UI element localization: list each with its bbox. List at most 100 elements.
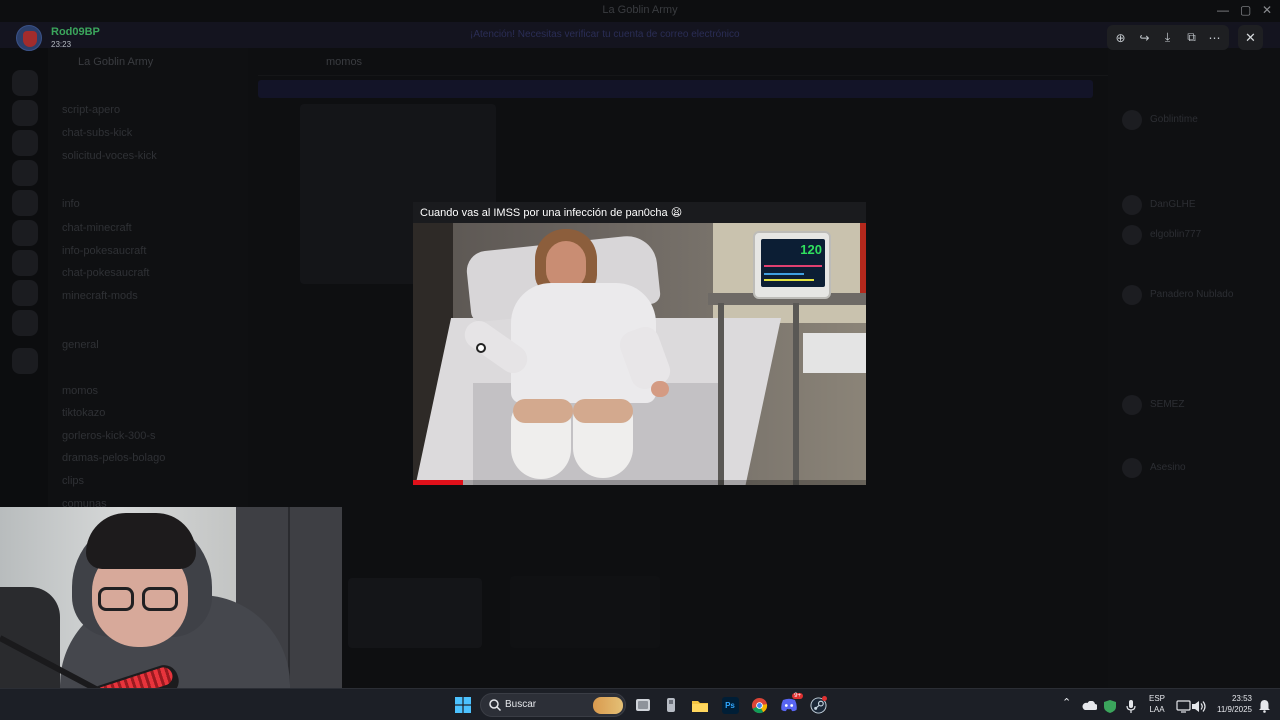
pinned-notice[interactable]: [258, 80, 1093, 98]
security-shield-icon[interactable]: [1100, 696, 1120, 716]
member-name: SEMEZ: [1150, 399, 1185, 410]
discord-badge: 9+: [792, 693, 803, 699]
app-icon[interactable]: [661, 695, 681, 715]
microphone-icon[interactable]: [1121, 696, 1141, 716]
member-item[interactable]: DanGLHE: [1116, 195, 1266, 217]
chat-image[interactable]: [348, 578, 482, 648]
photoshop-icon[interactable]: Ps: [720, 695, 740, 715]
server-icon[interactable]: [12, 70, 38, 96]
input-language[interactable]: ESP LAA: [1149, 693, 1165, 715]
sidebar-channel-item[interactable]: solicitud-voces-kick: [62, 150, 157, 162]
member-item[interactable]: Goblintime: [1116, 110, 1266, 132]
maximize-button[interactable]: ▢: [1240, 3, 1251, 17]
sidebar-channel-item[interactable]: info-pokesaucraft: [62, 245, 146, 257]
chat-embed: [510, 576, 660, 648]
forward-icon[interactable]: ↪: [1136, 29, 1153, 46]
clock-date: 11/9/2025: [1217, 705, 1252, 714]
sidebar-channel-item[interactable]: chat-minecraft: [62, 222, 132, 234]
monitor-wave: [764, 273, 804, 275]
monitor-reading: 120: [800, 242, 822, 257]
avatar[interactable]: [16, 25, 42, 51]
notice-banner-text: ¡Atención! Necesitas verificar tu cuenta…: [470, 29, 740, 40]
window-titlebar: La Goblin Army — ▢ ✕: [0, 0, 1280, 22]
photoshop-label: Ps: [721, 696, 739, 714]
sidebar-channel-item[interactable]: info: [62, 198, 80, 210]
scene-knee: [573, 399, 633, 423]
member-item[interactable]: Panadero Nublado: [1116, 285, 1266, 307]
start-icon[interactable]: [453, 695, 473, 715]
channel-header: momos: [258, 48, 1108, 76]
language-layout: LAA: [1149, 705, 1165, 714]
member-name: DanGLHE: [1150, 199, 1196, 210]
notifications-icon[interactable]: [1254, 696, 1274, 716]
download-icon[interactable]: ⤓: [1159, 29, 1176, 46]
server-icon[interactable]: [12, 220, 38, 246]
sidebar-channel-item[interactable]: script-apero: [62, 104, 120, 116]
viewer-close-button[interactable]: ✕: [1238, 25, 1263, 50]
taskbar: Buscar Ps 9+ ⌃ ESP LAA 23:53 11/9/2025: [0, 688, 1280, 720]
webcam-overlay: [0, 507, 342, 688]
media-gif[interactable]: 120: [413, 223, 866, 485]
server-icon[interactable]: [12, 280, 38, 306]
channel-header-name: momos: [326, 56, 363, 68]
sidebar-channel-item[interactable]: general: [62, 339, 99, 351]
member-item[interactable]: Asesino: [1116, 458, 1266, 480]
chrome-icon[interactable]: [749, 695, 769, 715]
sidebar-channel-item[interactable]: gorleros-kick-300-s: [62, 430, 156, 442]
sidebar-channel-item[interactable]: clips: [62, 475, 84, 487]
member-avatar: [1122, 458, 1142, 478]
sidebar-channel-item[interactable]: minecraft-mods: [62, 290, 138, 302]
window-close-button[interactable]: ✕: [1262, 3, 1272, 17]
member-avatar: [1122, 285, 1142, 305]
member-avatar: [1122, 225, 1142, 245]
open-external-icon[interactable]: ⧉: [1183, 29, 1200, 46]
task-view-icon[interactable]: [633, 695, 653, 715]
member-avatar: [1122, 110, 1142, 130]
server-icon[interactable]: [12, 160, 38, 186]
member-item[interactable]: SEMEZ: [1116, 395, 1266, 417]
server-icon[interactable]: [12, 348, 38, 374]
sidebar-channel-item[interactable]: chat-subs-kick: [62, 127, 132, 139]
message-timestamp: 23:23: [51, 40, 72, 49]
gif-progress-fill: [413, 480, 463, 485]
screen: La Goblin Army — ▢ ✕ ¡Atención! Necesita…: [0, 0, 1280, 720]
gif-progress-track[interactable]: [413, 480, 866, 485]
viewer-author: Rod09BP 23:23: [16, 25, 216, 53]
volume-icon[interactable]: [1189, 696, 1209, 716]
viewer-toolbar: ⊕ ↪ ⤓ ⧉ ⋯: [1107, 25, 1229, 50]
server-icon[interactable]: [12, 190, 38, 216]
member-item[interactable]: elgoblin777: [1116, 225, 1266, 247]
member-name: Panadero Nublado: [1150, 289, 1234, 300]
scene-red-edge: [860, 223, 866, 293]
discord-icon[interactable]: 9+: [779, 693, 803, 715]
zoom-cursor-icon: [476, 343, 486, 353]
taskbar-clock[interactable]: 23:53 11/9/2025: [1214, 693, 1252, 715]
language-code: ESP: [1149, 694, 1166, 703]
file-explorer-icon[interactable]: [690, 695, 710, 715]
server-icon[interactable]: [12, 130, 38, 156]
webcam-glasses: [98, 587, 184, 613]
zoom-in-icon[interactable]: ⊕: [1112, 29, 1129, 46]
close-icon: ✕: [1245, 29, 1256, 45]
tray-expand-icon[interactable]: ⌃: [1062, 696, 1071, 709]
more-options-icon[interactable]: ⋯: [1206, 29, 1223, 46]
media-caption: Cuando vas al IMSS por una infección de …: [420, 207, 683, 219]
scene-face: [546, 241, 586, 289]
author-name[interactable]: Rod09BP: [51, 26, 100, 38]
onedrive-icon[interactable]: [1079, 696, 1099, 716]
server-icon[interactable]: [12, 100, 38, 126]
scene-monitor-screen: 120: [761, 239, 825, 287]
server-icon[interactable]: [12, 250, 38, 276]
search-highlight-icon: [593, 697, 623, 714]
scene-knee: [513, 399, 573, 423]
search-placeholder: Buscar: [505, 699, 537, 710]
minimize-button[interactable]: —: [1217, 3, 1229, 17]
sidebar-channel-item[interactable]: tiktokazo: [62, 407, 105, 419]
member-name: Goblintime: [1150, 114, 1198, 125]
sidebar-channel-item[interactable]: momos: [62, 385, 98, 397]
taskbar-search[interactable]: Buscar: [480, 693, 626, 717]
steam-icon[interactable]: [808, 695, 828, 715]
sidebar-channel-item[interactable]: chat-pokesaucraft: [62, 267, 149, 279]
sidebar-channel-item[interactable]: dramas-pelos-bolago: [62, 452, 165, 464]
server-icon[interactable]: [12, 310, 38, 336]
